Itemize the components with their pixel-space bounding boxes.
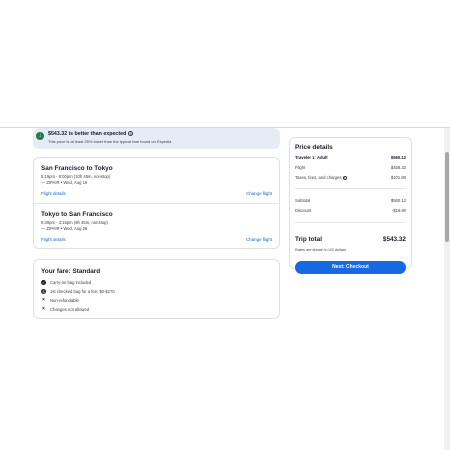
banner-title-row: $543.32 is better than expected i bbox=[48, 131, 134, 137]
rates-note: Rates are shown in US dollars bbox=[295, 248, 347, 252]
flight-details-link[interactable]: Flight details bbox=[41, 237, 66, 242]
price-divider bbox=[295, 188, 406, 189]
fare-feature-label: Carry-on bag included bbox=[50, 280, 92, 285]
flight-price-label: Flight bbox=[295, 165, 306, 170]
x-icon: × bbox=[42, 297, 45, 303]
flight-segment-return: Tokyo to San Francisco 9:30pm - 3:15pm (… bbox=[34, 203, 279, 249]
taxes-label: Taxes, fees, and charges bbox=[295, 175, 342, 180]
info-icon[interactable]: i bbox=[128, 131, 134, 136]
price-divider bbox=[295, 222, 406, 223]
taxes-row: Taxes, fees, and charges i $101.80 bbox=[295, 175, 406, 181]
subtotal-row: Subtotal $560.12 bbox=[295, 198, 406, 204]
flight-price-value: $458.32 bbox=[390, 165, 406, 170]
traveler-label: Traveler 1: Adult bbox=[295, 155, 328, 160]
x-icon: × bbox=[42, 306, 45, 312]
fare-title: Your fare: Standard bbox=[41, 268, 101, 275]
price-deal-banner: ↓ $543.32 is better than expected i This … bbox=[33, 128, 280, 149]
fare-feature-label: Changes not allowed bbox=[50, 307, 90, 312]
check-circle-icon: ✓ bbox=[41, 280, 46, 285]
arrow-down-icon: ↓ bbox=[36, 132, 44, 140]
change-flight-link[interactable]: Change flight bbox=[246, 237, 272, 242]
flight-route: Tokyo to San Francisco bbox=[41, 211, 113, 218]
subtotal-label: Subtotal bbox=[295, 198, 311, 203]
fare-feature-label: Non-refundable bbox=[50, 298, 79, 303]
fare-feature-item: $ 1st checked bag for a fee: $0-$170 bbox=[41, 289, 271, 296]
trip-total-label: Trip total bbox=[295, 236, 322, 243]
dollar-circle-icon: $ bbox=[41, 289, 46, 294]
scrollbar-track[interactable] bbox=[444, 128, 450, 450]
change-flight-link[interactable]: Change flight bbox=[246, 191, 272, 196]
flights-card: San Francisco to Tokyo 5:15pm - 8:00pm (… bbox=[33, 157, 280, 249]
checkout-button[interactable]: Next: Checkout bbox=[295, 261, 406, 274]
banner-subtitle: This price is at least 25% lower than th… bbox=[48, 139, 172, 144]
flight-route: San Francisco to Tokyo bbox=[41, 165, 113, 172]
traveler-row: Traveler 1: Adult $560.12 bbox=[295, 155, 406, 161]
flight-segment-outbound: San Francisco to Tokyo 5:15pm - 8:00pm (… bbox=[34, 158, 279, 204]
price-details-title: Price details bbox=[295, 144, 333, 151]
trip-total-value: $543.32 bbox=[382, 236, 406, 243]
fare-card: Your fare: Standard ✓ Carry-on bag inclu… bbox=[33, 259, 280, 319]
scrollbar-thumb[interactable] bbox=[445, 152, 449, 242]
discount-label: Discount bbox=[295, 208, 312, 213]
flight-price-row: Flight $458.32 bbox=[295, 165, 406, 171]
subtotal-value: $560.12 bbox=[390, 198, 406, 203]
traveler-value: $560.12 bbox=[390, 155, 406, 160]
banner-title: $543.32 is better than expected bbox=[48, 131, 127, 137]
fare-feature-item: × Non-refundable bbox=[41, 298, 271, 305]
trip-total-row: Trip total $543.32 bbox=[295, 236, 406, 246]
flight-times: 5:15pm - 8:00pm (10h 45m, nonstop) bbox=[41, 174, 111, 179]
main-content: ↓ $543.32 is better than expected i This … bbox=[0, 128, 450, 450]
flight-carrier-date: — ZIPAIR • Wed, Aug 19 bbox=[41, 180, 88, 185]
page-header-area bbox=[0, 0, 450, 127]
fare-feature-item: ✓ Carry-on bag included bbox=[41, 280, 271, 287]
price-details-card: Price details Traveler 1: Adult $560.12 … bbox=[289, 137, 412, 274]
discount-value: -$16.80 bbox=[391, 208, 406, 213]
flight-carrier-date: — ZIPAIR • Wed, Aug 26 bbox=[41, 226, 88, 231]
flight-times: 9:30pm - 3:15pm (9h 45m, nonstop) bbox=[41, 220, 108, 225]
taxes-value: $101.80 bbox=[390, 175, 406, 180]
discount-row: Discount -$16.80 bbox=[295, 208, 406, 214]
taxes-label-row: Taxes, fees, and charges i bbox=[295, 175, 347, 180]
fare-feature-label: 1st checked bag for a fee: $0-$170 bbox=[50, 289, 115, 294]
fare-feature-item: × Changes not allowed bbox=[41, 307, 271, 314]
flight-details-link[interactable]: Flight details bbox=[41, 191, 66, 196]
info-icon[interactable]: i bbox=[342, 176, 347, 180]
